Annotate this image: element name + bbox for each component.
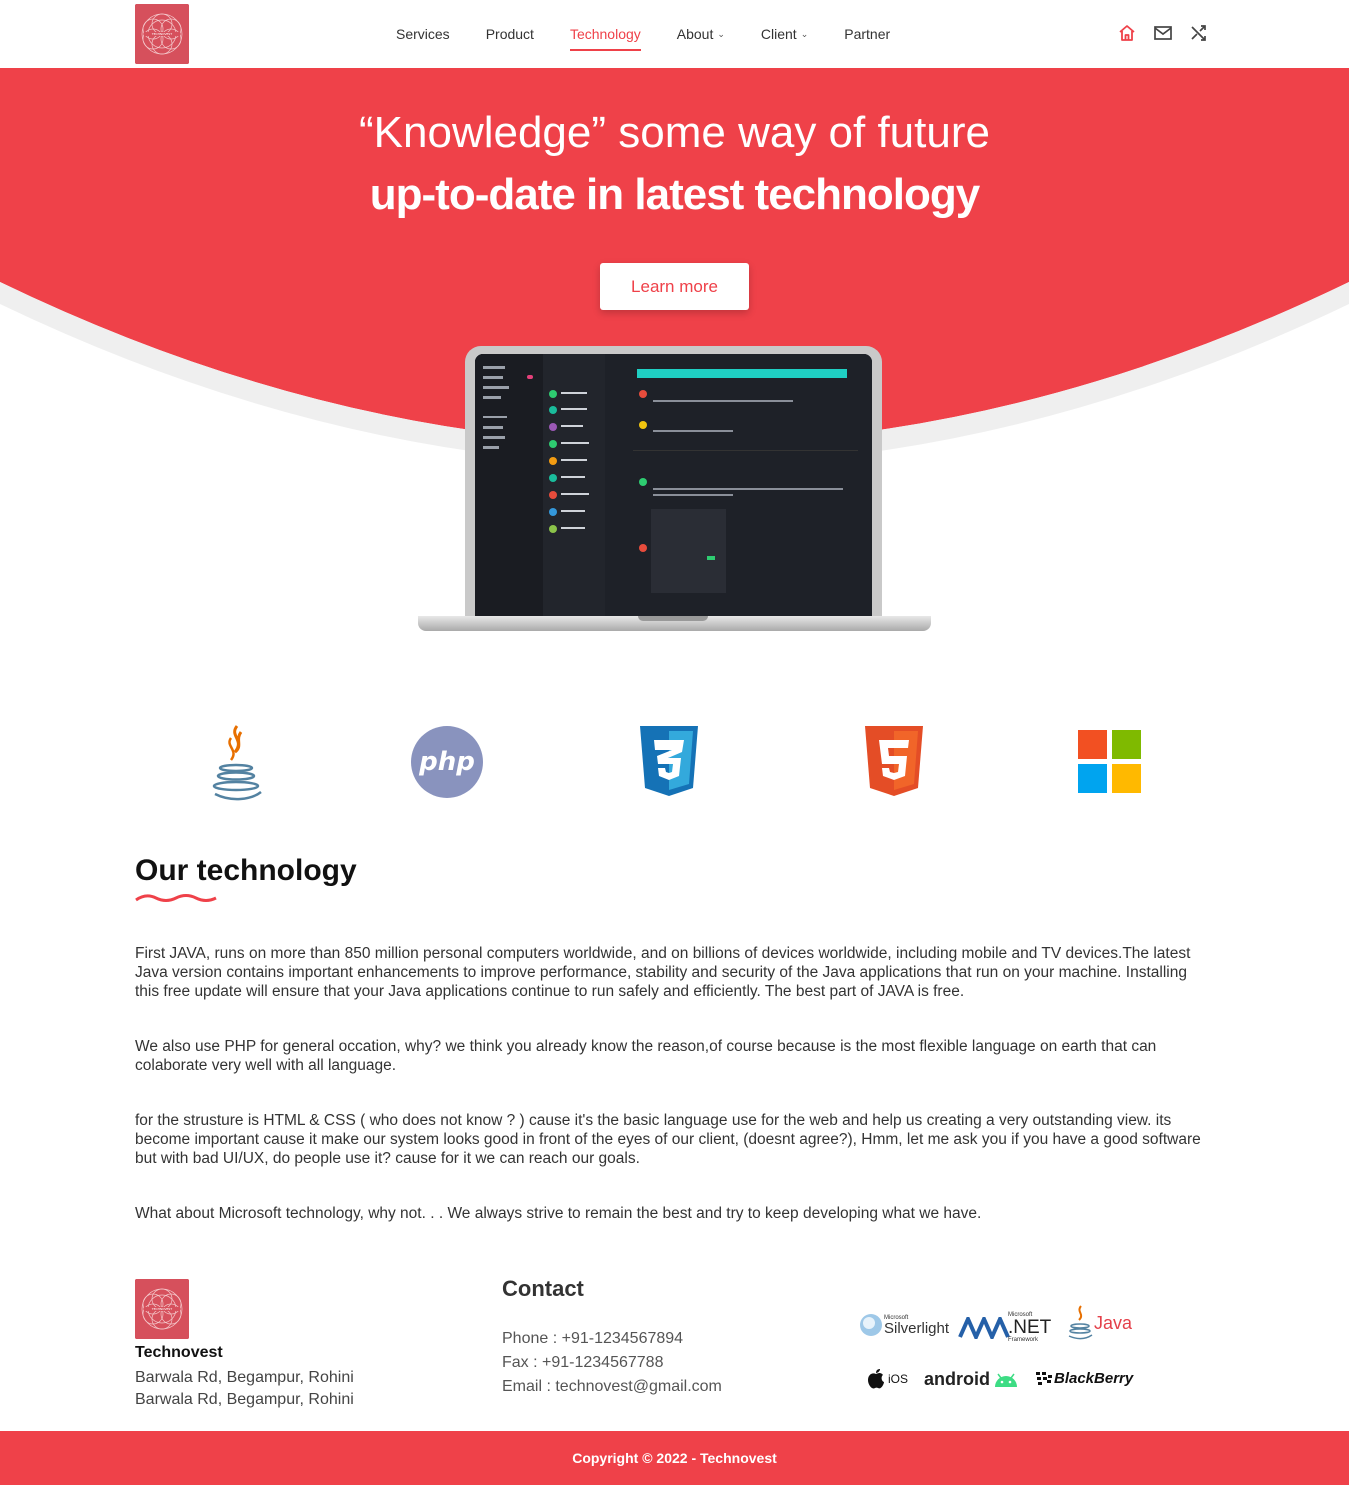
silverlight-label: Silverlight	[884, 1319, 950, 1337]
nav-about[interactable]: About ⌄	[677, 26, 725, 42]
page: TECHNOVEST Services Product Technology A…	[0, 0, 1349, 1485]
nav-client-label: Client	[760, 26, 797, 42]
nav-about-label: About	[676, 26, 714, 42]
php-icon: php	[411, 726, 483, 798]
nav-links: Services Product Technology About ⌄ Clien…	[396, 0, 926, 68]
ios-label: iOS	[888, 1372, 909, 1386]
copyright-bar: Copyright © 2022 - Technovest	[0, 1431, 1349, 1485]
apple-icon	[868, 1369, 884, 1389]
nav-technology[interactable]: Technology	[569, 26, 641, 51]
logo-mandala-icon: TECHNOVEST	[135, 4, 189, 64]
java-icon	[212, 725, 262, 801]
app-screenshot-image	[475, 354, 872, 616]
dotnet-logo: Microsoft .NET Framework	[958, 1312, 1051, 1343]
java-brand-logo: Java	[1066, 1304, 1132, 1342]
android-logo: android	[924, 1369, 1019, 1390]
mail-icon[interactable]	[1152, 22, 1174, 44]
blackberry-icon	[1036, 1371, 1052, 1385]
svg-text:TECHNOVEST: TECHNOVEST	[151, 1307, 172, 1311]
paragraph-microsoft: What about Microsoft technology, why not…	[135, 1205, 982, 1222]
ios-logo: iOS	[866, 1368, 908, 1390]
dotnet-icon	[958, 1316, 1010, 1339]
top-navbar: TECHNOVEST Services Product Technology A…	[0, 0, 1349, 68]
php-logo: php	[402, 720, 492, 804]
blackberry-label: BlackBerry	[1054, 1370, 1134, 1387]
logo-mandala-icon: TECHNOVEST	[135, 1279, 189, 1339]
paragraph-html-css: for the strusture is HTML & CSS ( who do…	[135, 1112, 1201, 1167]
android-label: android	[924, 1369, 990, 1389]
silverlight-logo: Microsoft Silverlight	[858, 1312, 949, 1338]
microsoft-logo	[1065, 720, 1155, 804]
html5-icon	[865, 726, 923, 796]
nav-services-label: Services	[396, 26, 450, 42]
copyright-text: Copyright © 2022 - Technovest	[572, 1450, 777, 1466]
dotnet-label: .NET	[1008, 1317, 1052, 1338]
java-icon	[1068, 1305, 1093, 1340]
java-brand-label: Java	[1094, 1312, 1133, 1333]
contact-phone: Phone : +91-1234567894	[502, 1330, 684, 1347]
footer-logo[interactable]: TECHNOVEST	[135, 1279, 189, 1339]
brand-logo[interactable]: TECHNOVEST	[135, 4, 189, 64]
nav-services[interactable]: Services	[396, 26, 450, 42]
nav-client[interactable]: Client ⌄	[761, 26, 808, 42]
laptop-screen	[475, 354, 872, 616]
nav-product[interactable]: Product	[486, 26, 534, 42]
laptop-notch	[638, 616, 708, 621]
nav-technology-label: Technology	[569, 26, 641, 42]
hero-title: “Knowledge” some way of future	[359, 108, 990, 157]
footer-address-line: Barwala Rd, Begampur, Rohini	[135, 1391, 354, 1408]
home-icon[interactable]	[1116, 22, 1138, 44]
footer-company-name: Technovest	[135, 1344, 223, 1361]
contact-fax: Fax : +91-1234567788	[502, 1354, 664, 1371]
contact-title: Contact	[502, 1276, 584, 1301]
dotnet-framework-label: Framework	[1008, 1337, 1039, 1343]
html5-logo	[849, 720, 939, 804]
css3-logo	[624, 720, 714, 804]
css3-icon	[640, 726, 698, 796]
title-underline-squiggle	[135, 894, 217, 902]
contact-email[interactable]: Email : technovest@gmail.com	[502, 1378, 722, 1396]
svg-text:php: php	[418, 747, 475, 777]
svg-text:TECHNOVEST: TECHNOVEST	[151, 32, 172, 36]
shuffle-icon[interactable]	[1188, 22, 1210, 44]
footer-address-line: Barwala Rd, Begampur, Rohini	[135, 1369, 354, 1386]
java-logo	[191, 720, 281, 804]
android-robot-icon	[995, 1373, 1017, 1387]
laptop-mockup	[418, 346, 931, 634]
nav-icon-group	[1116, 22, 1210, 44]
nav-partner[interactable]: Partner	[844, 26, 890, 42]
chevron-down-icon: ⌄	[717, 28, 725, 39]
paragraph-java: First JAVA, runs on more than 850 millio…	[135, 945, 1191, 1000]
chevron-down-icon: ⌄	[800, 28, 809, 39]
tech-logos-row: php	[0, 720, 1349, 810]
nav-partner-label: Partner	[844, 26, 891, 42]
blackberry-logo: BlackBerry	[1036, 1370, 1133, 1387]
paragraph-php: We also use PHP for general occation, wh…	[135, 1038, 1157, 1074]
microsoft-icon	[1078, 730, 1141, 793]
learn-more-button[interactable]: Learn more	[600, 263, 749, 310]
section-title: Our technology	[135, 854, 357, 887]
hero-subtitle: up-to-date in latest technology	[369, 170, 980, 219]
nav-product-label: Product	[485, 26, 534, 42]
silverlight-icon	[860, 1314, 882, 1336]
